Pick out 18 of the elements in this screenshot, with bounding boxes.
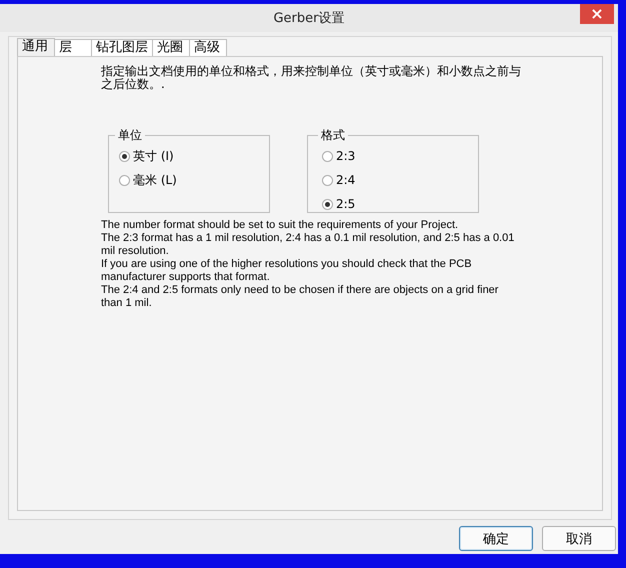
dialog-button[interactable]: 确定 <box>459 526 533 551</box>
radio-label[interactable]: 英寸 (I) <box>133 148 174 164</box>
dialog-button[interactable]: 取消 <box>542 526 616 551</box>
tab[interactable]: 层 <box>54 39 92 56</box>
tab[interactable]: 光圈 <box>152 39 190 56</box>
description-text: 指定输出文档使用的单位和格式，用来控制单位（英寸或毫米）和小数点之前与之后位数。. <box>101 65 522 91</box>
help-text: The number format should be set to suit the requirements of your Project. The 2:3 format has a 1 mil resolution, 2:4 has a 0.1 mil resolution, and 2:5 has a 0.01 mil resolution. If you are using one of the higher resolutions you should check that the PCB manufacturer supports that format. The 2:4 and 2:5 formats only need to be chosen if there are objects on a grid finer than 1 mil. <box>101 219 516 310</box>
tab[interactable]: 高级 <box>189 39 227 56</box>
group-title: 单位 <box>117 127 143 144</box>
radio-label[interactable]: 2:5 <box>336 197 356 211</box>
radio-label[interactable]: 毫米 (L) <box>133 172 177 188</box>
window-title: Gerber设置 <box>273 10 344 27</box>
tab[interactable]: 钻孔图层 <box>91 39 153 56</box>
close-button[interactable]: × <box>580 4 614 24</box>
group-title: 格式 <box>320 127 346 144</box>
radio-label[interactable]: 2:4 <box>336 173 356 187</box>
tab[interactable]: 通用 <box>17 38 55 56</box>
radio-label[interactable]: 2:3 <box>336 149 356 163</box>
